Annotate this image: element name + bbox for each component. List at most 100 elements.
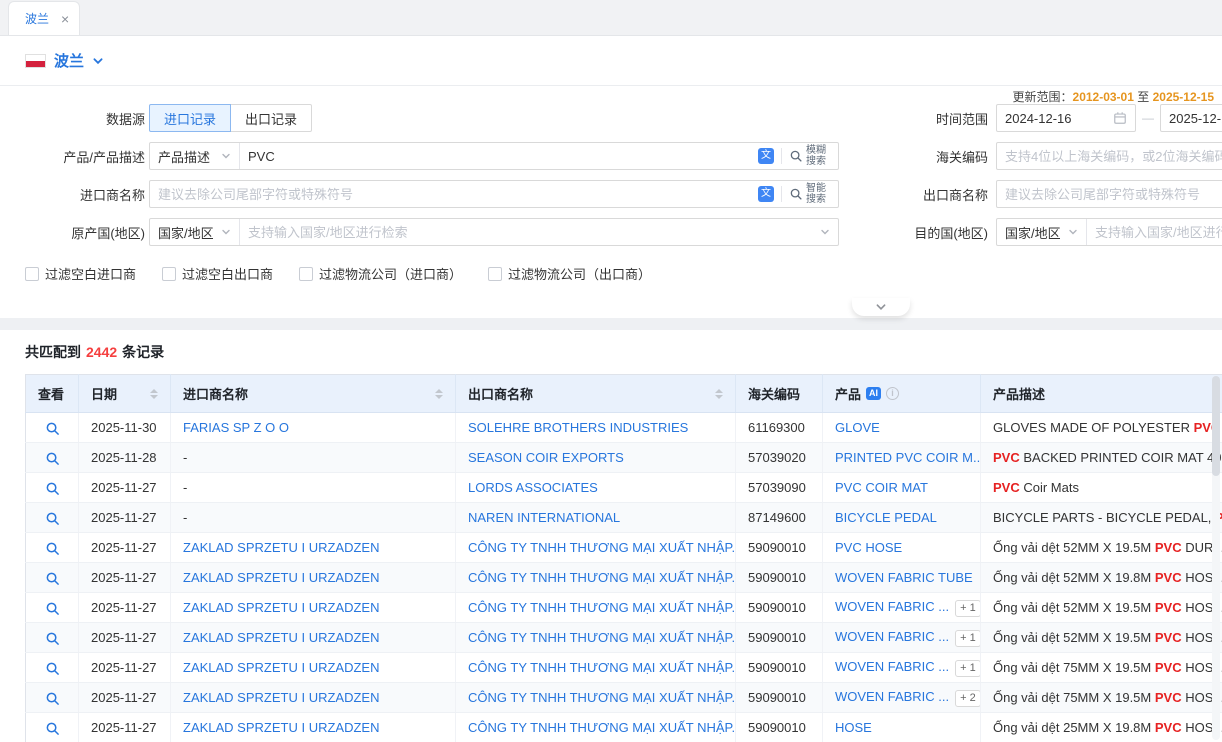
importer-link[interactable]: - — [183, 480, 187, 495]
product-link[interactable]: WOVEN FABRIC ... — [835, 689, 949, 704]
product-link[interactable]: PVC HOSE — [835, 540, 902, 555]
filter-logistics-importer[interactable]: 过滤物流公司（进口商） — [299, 264, 462, 283]
translate-icon[interactable]: 文 — [758, 186, 774, 202]
hs-code-label: 海关编码 — [908, 147, 988, 166]
importer-link[interactable]: ZAKLAD SPRZETU I URZADZEN — [183, 570, 379, 585]
destination-country-input[interactable] — [1087, 219, 1222, 245]
importer-link[interactable]: ZAKLAD SPRZETU I URZADZEN — [183, 660, 379, 675]
col-exporter[interactable]: 出口商名称 — [456, 375, 736, 413]
exporter-link[interactable]: CÔNG TY TNHH THƯƠNG MẠI XUẤT NHẬP... — [468, 570, 736, 585]
col-product: 产品 AI i — [823, 375, 981, 413]
sort-icon[interactable] — [435, 389, 443, 399]
date-end-box[interactable] — [1160, 104, 1222, 132]
vertical-scrollbar[interactable] — [1212, 376, 1220, 740]
origin-country-row: 原产国(地区) 国家/地区 — [25, 218, 839, 246]
importer-link[interactable]: ZAKLAD SPRZETU I URZADZEN — [183, 630, 379, 645]
exporter-link[interactable]: CÔNG TY TNHH THƯƠNG MẠI XUẤT NHẬP... — [468, 690, 736, 705]
date-start-box[interactable] — [996, 104, 1136, 132]
tab-poland[interactable]: 波兰 × — [8, 1, 80, 35]
date-end-input[interactable] — [1169, 111, 1222, 126]
product-link[interactable]: PVC COIR MAT — [835, 480, 928, 495]
hs-code-input[interactable] — [997, 143, 1222, 169]
importer-link[interactable]: - — [183, 510, 187, 525]
extra-count-badge[interactable]: + 1 — [955, 600, 980, 617]
tab-import-records[interactable]: 进口记录 — [149, 104, 231, 132]
search-icon — [45, 691, 60, 706]
importer-link[interactable]: ZAKLAD SPRZETU I URZADZEN — [183, 720, 379, 735]
exporter-link[interactable]: CÔNG TY TNHH THƯƠNG MẠI XUẤT NHẬP... — [468, 630, 736, 645]
checkbox-icon[interactable] — [299, 267, 313, 281]
chevron-down-icon[interactable] — [92, 55, 104, 67]
destination-mode-select[interactable]: 国家/地区 — [997, 219, 1087, 245]
view-detail-button[interactable] — [45, 421, 60, 436]
table-row: 2025-11-27 ZAKLAD SPRZETU I URZADZEN CÔN… — [26, 593, 1222, 623]
info-icon[interactable]: i — [886, 387, 899, 400]
row-date: 2025-11-27 — [91, 630, 157, 645]
chevron-down-icon[interactable] — [820, 227, 830, 237]
col-importer[interactable]: 进口商名称 — [171, 375, 456, 413]
filter-blank-exporter[interactable]: 过滤空白出口商 — [162, 264, 273, 283]
view-detail-button[interactable] — [45, 481, 60, 496]
checkbox-icon[interactable] — [162, 267, 176, 281]
country-title[interactable]: 波兰 — [54, 50, 84, 71]
sort-icon[interactable] — [715, 389, 723, 399]
importer-link[interactable]: ZAKLAD SPRZETU I URZADZEN — [183, 690, 379, 705]
importer-link[interactable]: FARIAS SP Z O O — [183, 420, 289, 435]
view-detail-button[interactable] — [45, 631, 60, 646]
view-detail-button[interactable] — [45, 691, 60, 706]
view-detail-button[interactable] — [45, 601, 60, 616]
view-detail-button[interactable] — [45, 571, 60, 586]
table-row: 2025-11-28 - SEASON COIR EXPORTS 5703902… — [26, 443, 1222, 473]
fuzzy-search-button[interactable]: 模糊搜索 — [789, 145, 830, 167]
tab-export-records[interactable]: 出口记录 — [230, 104, 312, 132]
view-detail-button[interactable] — [45, 541, 60, 556]
product-link[interactable]: WOVEN FABRIC ... — [835, 659, 949, 674]
importer-link[interactable]: - — [183, 450, 187, 465]
view-detail-button[interactable] — [45, 661, 60, 676]
tab-close-icon[interactable]: × — [61, 12, 69, 26]
col-date[interactable]: 日期 — [79, 375, 171, 413]
importer-link[interactable]: ZAKLAD SPRZETU I URZADZEN — [183, 540, 379, 555]
extra-count-badge[interactable]: + 2 — [955, 690, 980, 707]
checkbox-icon[interactable] — [25, 267, 39, 281]
importer-link[interactable]: ZAKLAD SPRZETU I URZADZEN — [183, 600, 379, 615]
filter-blank-importer[interactable]: 过滤空白进口商 — [25, 264, 136, 283]
exporter-link[interactable]: LORDS ASSOCIATES — [468, 480, 598, 495]
checkbox-icon[interactable] — [488, 267, 502, 281]
exporter-search-input[interactable] — [997, 181, 1222, 207]
origin-country-input[interactable] — [240, 219, 820, 245]
importer-search-input[interactable] — [150, 181, 750, 207]
sort-icon[interactable] — [150, 389, 158, 399]
exporter-link[interactable]: NAREN INTERNATIONAL — [468, 510, 620, 525]
origin-mode-select[interactable]: 国家/地区 — [150, 219, 240, 245]
row-date: 2025-11-27 — [91, 540, 157, 555]
extra-count-badge[interactable]: + 1 — [955, 660, 980, 677]
exporter-link[interactable]: CÔNG TY TNHH THƯƠNG MẠI XUẤT NHẬP... — [468, 540, 736, 555]
date-start-input[interactable] — [1005, 111, 1113, 126]
product-link[interactable]: BICYCLE PEDAL — [835, 510, 937, 525]
exporter-link[interactable]: CÔNG TY TNHH THƯƠNG MẠI XUẤT NHẬP... — [468, 720, 736, 735]
smart-search-button[interactable]: 智能搜索 — [789, 183, 830, 205]
product-link[interactable]: WOVEN FABRIC TUBE — [835, 570, 973, 585]
product-link[interactable]: WOVEN FABRIC ... — [835, 629, 949, 644]
view-detail-button[interactable] — [45, 451, 60, 466]
exporter-link[interactable]: SOLEHRE BROTHERS INDUSTRIES — [468, 420, 688, 435]
exporter-link[interactable]: SEASON COIR EXPORTS — [468, 450, 624, 465]
collapse-search-button[interactable] — [852, 298, 910, 316]
product-link[interactable]: GLOVE — [835, 420, 880, 435]
product-search-input[interactable] — [240, 143, 750, 169]
extra-count-badge[interactable]: + 1 — [955, 630, 980, 647]
exporter-link[interactable]: CÔNG TY TNHH THƯƠNG MẠI XUẤT NHẬP... — [468, 660, 736, 675]
scrollbar-thumb[interactable] — [1212, 376, 1220, 476]
product-description: GLOVES MADE OF POLYESTER PVC C... — [993, 420, 1222, 435]
product-link[interactable]: HOSE — [835, 720, 872, 735]
table-row: 2025-11-27 ZAKLAD SPRZETU I URZADZEN CÔN… — [26, 533, 1222, 563]
translate-icon[interactable]: 文 — [758, 148, 774, 164]
product-type-select[interactable]: 产品描述 — [150, 143, 240, 169]
product-link[interactable]: WOVEN FABRIC ... — [835, 599, 949, 614]
filter-logistics-exporter[interactable]: 过滤物流公司（出口商） — [488, 264, 651, 283]
product-link[interactable]: PRINTED PVC COIR M... — [835, 450, 981, 465]
view-detail-button[interactable] — [45, 721, 60, 736]
view-detail-button[interactable] — [45, 511, 60, 526]
exporter-link[interactable]: CÔNG TY TNHH THƯƠNG MẠI XUẤT NHẬP... — [468, 600, 736, 615]
